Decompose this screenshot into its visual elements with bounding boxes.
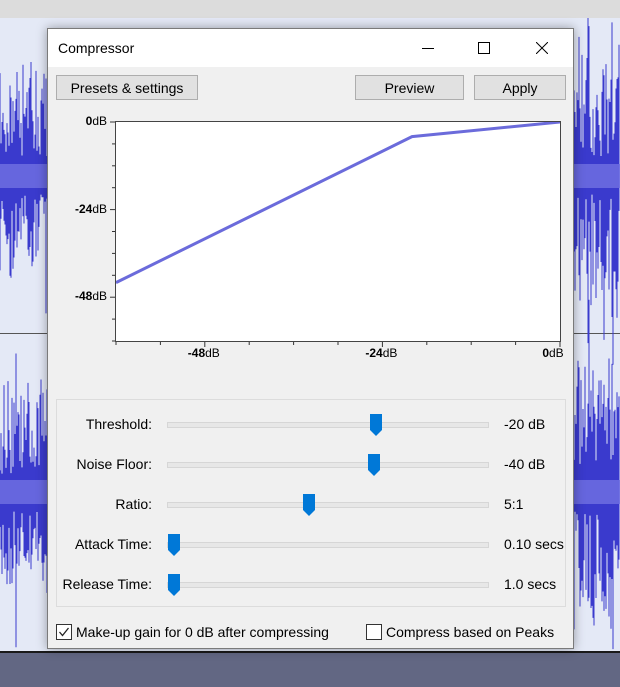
slider-label: Ratio: [115, 496, 152, 512]
slider-value: -40 dB [504, 456, 546, 472]
makeup-gain-option[interactable]: Make-up gain for 0 dB after compressing [56, 624, 329, 640]
waveform-rms [0, 164, 48, 188]
slider-value: 0.10 secs [504, 536, 564, 552]
makeup-gain-label: Make-up gain for 0 dB after compressing [76, 624, 329, 640]
slider-value: 1.0 secs [504, 576, 557, 592]
audacity-toolbar-strip [0, 0, 620, 18]
y-tick-label: -48dB [74, 289, 107, 304]
waveform-rms [573, 480, 620, 504]
waveform-rms [0, 480, 48, 504]
maximize-button[interactable] [461, 29, 507, 67]
slider-thumb[interactable] [167, 533, 181, 557]
slider-thumb[interactable] [367, 453, 381, 477]
x-tick-label: 0dB [542, 346, 564, 360]
apply-button[interactable]: Apply [474, 75, 566, 100]
slider-row: Attack Time: 0.10 secs [57, 530, 567, 560]
slider-row: Threshold: -20 dB [57, 410, 567, 440]
slider-thumb[interactable] [167, 573, 181, 597]
title-bar[interactable]: Compressor [48, 29, 573, 67]
slider-track[interactable] [167, 462, 489, 468]
slider-row: Noise Floor: -40 dB [57, 450, 567, 480]
waveform-rms [573, 164, 620, 188]
slider-track[interactable] [167, 422, 489, 428]
slider-row: Release Time: 1.0 secs [57, 570, 567, 600]
minimize-icon [422, 48, 434, 49]
close-button[interactable] [519, 29, 565, 67]
slider-value: 5:1 [504, 496, 524, 512]
presets-settings-button[interactable]: Presets & settings [56, 75, 198, 100]
curve-series-compression-curve [116, 122, 560, 284]
slider-track[interactable] [167, 502, 489, 508]
makeup-gain-checkbox[interactable] [56, 624, 72, 640]
y-tick-label: -24dB [74, 201, 107, 216]
slider-track[interactable] [167, 542, 489, 548]
track-area-background [0, 651, 620, 687]
compression-curve-plot [116, 122, 560, 284]
compression-graph [115, 121, 561, 342]
slider-thumb[interactable] [369, 413, 383, 437]
slider-row: Ratio: 5:1 [57, 490, 567, 520]
compress-peaks-checkbox[interactable] [366, 624, 382, 640]
x-tick-label: -24dB [365, 346, 398, 360]
slider-label: Release Time: [62, 576, 152, 592]
slider-label: Attack Time: [74, 536, 152, 552]
compress-peaks-option[interactable]: Compress based on Peaks [366, 624, 554, 640]
y-tick-label: 0dB [85, 114, 107, 128]
compressor-dialog: Compressor Presets & settings Preview Ap… [47, 28, 574, 649]
slider-thumb[interactable] [302, 493, 316, 517]
slider-panel: Threshold: -20 dB Noise Floor: -40 dB Ratio:… [56, 399, 566, 607]
dialog-title: Compressor [58, 40, 135, 56]
slider-label: Noise Floor: [76, 456, 152, 472]
x-tick-label: -48dB [187, 346, 220, 360]
slider-value: -20 dB [504, 416, 546, 432]
checkmark-icon [368, 626, 380, 638]
checkmark-icon [59, 627, 70, 637]
preview-button[interactable]: Preview [355, 75, 464, 100]
compress-peaks-label: Compress based on Peaks [386, 624, 555, 640]
maximize-icon [478, 42, 490, 54]
slider-label: Threshold: [85, 416, 152, 432]
minimize-button[interactable] [405, 29, 451, 67]
slider-track[interactable] [167, 582, 489, 588]
close-icon [536, 42, 548, 54]
